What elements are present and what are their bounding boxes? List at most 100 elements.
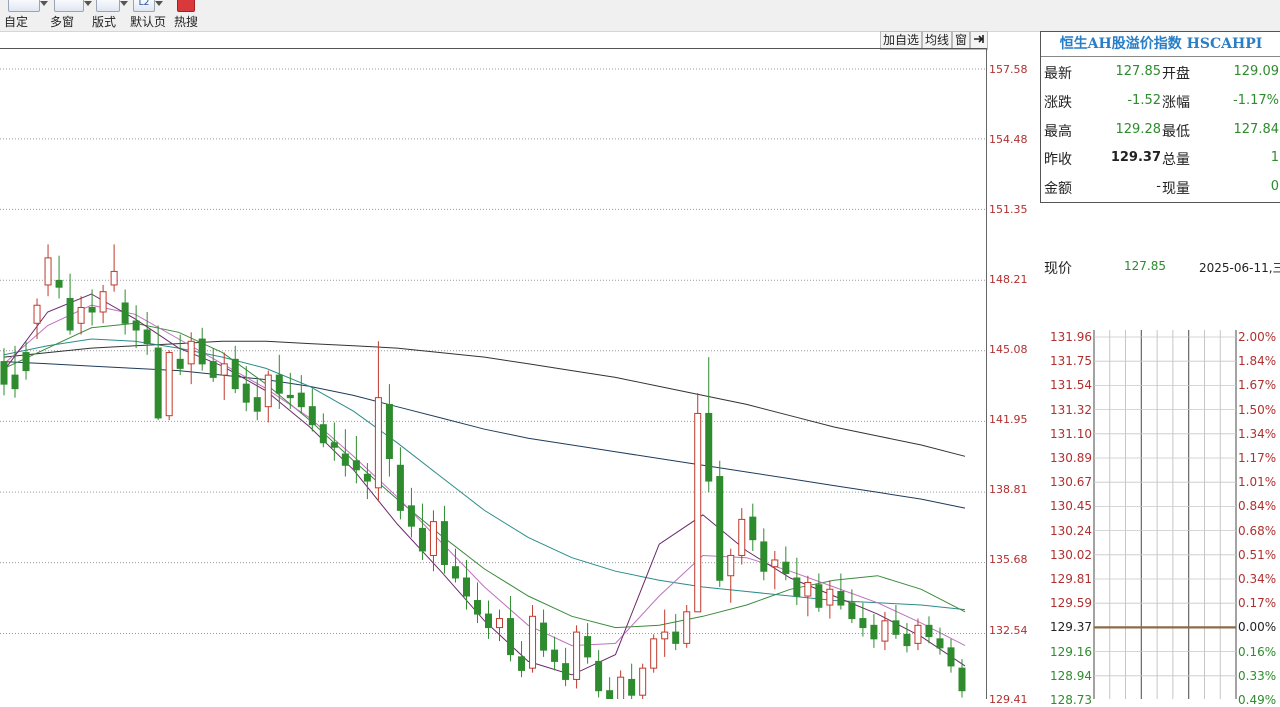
candle[interactable] [694,393,702,613]
candle[interactable] [0,348,8,396]
candle[interactable] [44,244,52,297]
candle-body [650,638,658,669]
toolbar-item-custom[interactable]: 自定 [4,0,48,31]
candle[interactable] [385,384,393,477]
candle[interactable] [661,609,669,657]
candle[interactable] [540,609,548,657]
candle[interactable] [440,505,448,574]
candle[interactable] [738,508,746,565]
candle[interactable] [187,332,195,385]
candle[interactable] [947,638,955,673]
candle-body [231,358,239,390]
candle[interactable] [584,623,592,664]
candle-body [308,406,316,426]
candle[interactable] [253,379,261,421]
intraday-price-label: 130.67 [1050,475,1092,490]
candle[interactable] [121,289,129,335]
candle[interactable] [198,327,206,371]
candle-body [617,676,625,699]
candle[interactable] [881,611,889,651]
candle[interactable] [110,244,118,292]
candle[interactable] [815,573,823,612]
quote-value: 129.37 [1110,150,1161,166]
candle[interactable] [473,582,481,624]
candle[interactable] [595,650,603,698]
candle[interactable] [396,447,404,520]
candle[interactable] [551,636,559,671]
candle[interactable] [220,352,228,400]
quote-label: 涨跌 [1044,94,1072,111]
quote-label: 总量 [1162,152,1190,169]
ma-line-0 [3,340,966,457]
candle[interactable] [407,487,415,538]
candle[interactable] [55,255,63,299]
candle[interactable] [99,284,107,324]
candle[interactable] [683,605,691,648]
candle[interactable] [716,460,724,588]
candle[interactable] [77,296,85,335]
candle[interactable] [319,413,327,448]
candle[interactable] [859,602,867,637]
layout-icon [96,0,128,12]
ma-line-5 [3,293,966,676]
candle[interactable] [209,348,217,382]
quote-label: 金额 [1044,181,1072,198]
toolbar-item-default-page[interactable]: L2 默认页 [130,0,174,31]
candle[interactable] [451,548,459,583]
candle[interactable] [143,311,151,355]
candle-body [628,678,636,696]
candle[interactable] [749,503,757,551]
candle[interactable] [529,605,537,673]
candle[interactable] [782,546,790,581]
candle[interactable] [66,273,74,335]
candle[interactable] [341,429,349,477]
price-tick-label: 148.21 [989,273,1028,286]
candle[interactable] [242,366,250,412]
intraday-price-label: 129.16 [1050,644,1092,659]
price-tick-label: 145.08 [989,343,1028,356]
quote-label: 最低 [1162,123,1190,140]
candle[interactable] [914,618,922,651]
candlestick-chart[interactable] [0,48,986,699]
candle[interactable] [308,388,316,432]
candle[interactable] [418,503,426,560]
candle[interactable] [793,557,801,606]
candle[interactable] [429,510,437,572]
price-tick-label: 141.95 [989,413,1028,426]
candle[interactable] [297,375,305,414]
candle[interactable] [870,614,878,648]
candle[interactable] [606,677,614,699]
quote-row: 昨收 129.37 总量 1 [1041,143,1280,172]
candle[interactable] [804,575,812,617]
intraday-percent-label: 0.00% [1238,620,1277,635]
intraday-chart[interactable]: 131.96 131.75 131.54 131.32 131.10 130.89 130.… [1040,330,1280,707]
candle[interactable] [562,647,570,687]
candle[interactable] [374,341,382,502]
candle[interactable] [264,370,272,423]
candle[interactable] [760,528,768,581]
candle[interactable] [650,634,658,673]
candle-body [55,279,63,288]
candle[interactable] [231,345,239,394]
candle[interactable] [22,341,30,380]
candle[interactable] [617,670,625,699]
candle[interactable] [727,548,735,603]
candle[interactable] [903,623,911,653]
candle[interactable] [672,614,680,651]
candle[interactable] [925,616,933,644]
candle[interactable] [518,641,526,678]
candle[interactable] [705,357,713,493]
candle[interactable] [628,663,636,699]
candle-body [485,613,493,629]
candle[interactable] [363,463,371,500]
candle-body [11,374,19,390]
toolbar-item-hot-search[interactable]: 热搜 [174,0,218,31]
candle[interactable] [165,350,173,421]
candle[interactable] [275,354,283,409]
candle[interactable] [154,325,162,421]
toolbar-item-multi-window[interactable]: 多窗 [50,0,94,31]
candle[interactable] [639,663,647,699]
price-tick-label: 132.54 [989,624,1028,637]
candle[interactable] [573,625,581,689]
candle[interactable] [507,596,515,662]
